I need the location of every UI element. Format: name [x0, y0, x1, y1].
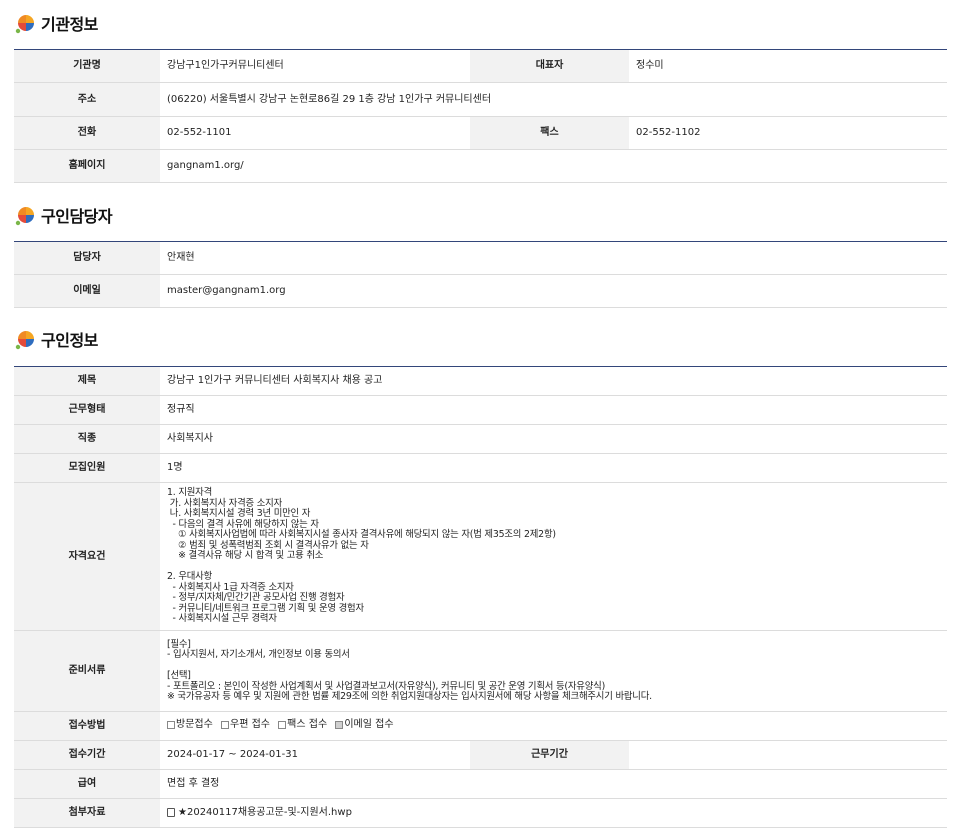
- file-icon: [167, 807, 175, 817]
- job-title-label: 제목: [14, 366, 160, 396]
- table-row: 제목 강남구 1인가구 커뮤니티센터 사회복지사 채용 공고: [14, 366, 947, 396]
- qualifications-cell: 1. 지원자격 가. 사회복지사 자격증 소지자 나. 사회복지시설 경력 3년…: [160, 482, 947, 631]
- fax-label: 팩스: [470, 116, 629, 150]
- institution-table: 기관명 강남구1인가구커뮤니티센터 대표자 정수미 주소 (06220) 서울특…: [14, 49, 947, 183]
- application-period-value: 2024-01-17 ~ 2024-01-31: [160, 740, 470, 770]
- table-row: 첨부자료 ★20240117채용공고문-및-지원서.hwp: [14, 798, 947, 828]
- table-row: 이메일 master@gangnam1.org: [14, 274, 947, 308]
- table-row: 접수방법 방문접수 우편 접수 팩스 접수 이메일 접수: [14, 711, 947, 741]
- documents-label: 준비서류: [14, 630, 160, 712]
- method-fax-checkbox: 팩스 접수: [278, 719, 327, 731]
- manager-label: 담당자: [14, 241, 160, 275]
- headcount-label: 모집인원: [14, 453, 160, 483]
- method-label: 팩스 접수: [287, 719, 328, 731]
- section-title-institution: 기관정보: [41, 15, 98, 34]
- section-title-job: 구인정보: [41, 331, 98, 350]
- job-title-value: 강남구 1인가구 커뮤니티센터 사회복지사 채용 공고: [160, 366, 947, 396]
- checkbox-checked-icon: [335, 721, 344, 730]
- method-label: 방문접수: [176, 719, 213, 731]
- fax-value: 02-552-1102: [629, 116, 947, 150]
- employment-type-label: 근무형태: [14, 395, 160, 425]
- attachment-link[interactable]: ★20240117채용공고문-및-지원서.hwp: [178, 807, 352, 818]
- table-row: 기관명 강남구1인가구커뮤니티센터 대표자 정수미: [14, 49, 947, 83]
- homepage-label: 홈페이지: [14, 149, 160, 183]
- address-value: (06220) 서울특별시 강남구 논현로86길 29 1층 강남 1인가구 커…: [160, 82, 947, 117]
- table-row: 주소 (06220) 서울특별시 강남구 논현로86길 29 1층 강남 1인가…: [14, 82, 947, 117]
- institution-name-value: 강남구1인가구커뮤니티센터: [160, 49, 470, 83]
- table-row: 전화 02-552-1101 팩스 02-552-1102: [14, 116, 947, 150]
- table-row: 모집인원 1명: [14, 453, 947, 483]
- attachment-label: 첨부자료: [14, 798, 160, 828]
- method-email-checkbox: 이메일 접수: [335, 719, 394, 731]
- representative-label: 대표자: [470, 49, 629, 83]
- table-row: 자격요건 1. 지원자격 가. 사회복지사 자격증 소지자 나. 사회복지시설 …: [14, 482, 947, 631]
- section-logo-icon: [15, 207, 34, 226]
- work-period-value: [629, 740, 947, 770]
- attachment-cell: ★20240117채용공고문-및-지원서.hwp: [160, 798, 947, 828]
- method-mail-checkbox: 우편 접수: [221, 719, 270, 731]
- table-row: 근무형태 정규직: [14, 395, 947, 425]
- method-visit-checkbox: 방문접수: [167, 719, 213, 731]
- homepage-link[interactable]: gangnam1.org/: [160, 149, 947, 183]
- occupation-value: 사회복지사: [160, 424, 947, 454]
- method-label: 이메일 접수: [344, 719, 394, 731]
- table-row: 담당자 안재현: [14, 241, 947, 275]
- checkbox-icon: [167, 721, 175, 730]
- job-table: 제목 강남구 1인가구 커뮤니티센터 사회복지사 채용 공고 근무형태 정규직 …: [14, 366, 947, 828]
- checkbox-icon: [278, 721, 287, 730]
- documents-text: [필수] - 입사지원서, 자기소개서, 개인정보 이용 동의서 [선택] - …: [167, 638, 652, 702]
- application-method-label: 접수방법: [14, 711, 160, 741]
- employment-type-value: 정규직: [160, 395, 947, 425]
- section-header-job: 구인정보: [15, 327, 98, 351]
- section-header-recruiter: 구인담당자: [15, 203, 113, 227]
- method-label: 우편 접수: [230, 719, 270, 731]
- documents-cell: [필수] - 입사지원서, 자기소개서, 개인정보 이용 동의서 [선택] - …: [160, 630, 947, 712]
- manager-value: 안재현: [160, 241, 947, 275]
- institution-name-label: 기관명: [14, 49, 160, 83]
- work-period-label: 근무기간: [470, 740, 629, 770]
- table-row: 급여 면접 후 결정: [14, 769, 947, 799]
- qualifications-text: 1. 지원자격 가. 사회복지사 자격증 소지자 나. 사회복지시설 경력 3년…: [167, 487, 556, 625]
- table-row: 준비서류 [필수] - 입사지원서, 자기소개서, 개인정보 이용 동의서 [선…: [14, 630, 947, 712]
- phone-value: 02-552-1101: [160, 116, 470, 150]
- qualifications-label: 자격요건: [14, 482, 160, 631]
- headcount-value: 1명: [160, 453, 947, 483]
- occupation-label: 직종: [14, 424, 160, 454]
- phone-label: 전화: [14, 116, 160, 150]
- section-header-institution: 기관정보: [15, 11, 98, 35]
- email-label: 이메일: [14, 274, 160, 308]
- section-logo-icon: [15, 15, 34, 34]
- section-logo-icon: [15, 331, 34, 350]
- email-value[interactable]: master@gangnam1.org: [160, 274, 947, 308]
- section-title-recruiter: 구인담당자: [41, 207, 113, 226]
- salary-value: 면접 후 결정: [160, 769, 947, 799]
- table-row: 홈페이지 gangnam1.org/: [14, 149, 947, 183]
- table-row: 접수기간 2024-01-17 ~ 2024-01-31 근무기간: [14, 740, 947, 770]
- address-label: 주소: [14, 82, 160, 117]
- salary-label: 급여: [14, 769, 160, 799]
- application-period-label: 접수기간: [14, 740, 160, 770]
- checkbox-icon: [221, 721, 229, 730]
- table-row: 직종 사회복지사: [14, 424, 947, 454]
- representative-value: 정수미: [629, 49, 947, 83]
- application-methods: 방문접수 우편 접수 팩스 접수 이메일 접수: [160, 711, 947, 741]
- recruiter-table: 담당자 안재현 이메일 master@gangnam1.org: [14, 241, 947, 308]
